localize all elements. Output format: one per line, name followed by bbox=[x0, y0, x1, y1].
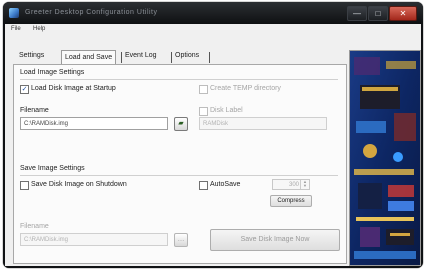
menu-help[interactable]: Help bbox=[33, 26, 45, 32]
create-temp-checkbox[interactable] bbox=[199, 85, 208, 94]
title-bar[interactable]: Greeter Desktop Configuration Utility — … bbox=[3, 2, 423, 24]
minimize-button[interactable]: — bbox=[347, 6, 367, 21]
save-disk-image-now-button[interactable]: Save Disk Image Now bbox=[210, 229, 340, 251]
save-section-title: Save Image Settings bbox=[20, 165, 85, 172]
load-on-startup-label: Load Disk Image at Startup bbox=[31, 85, 116, 92]
load-on-startup-checkbox[interactable]: ✓ bbox=[20, 85, 29, 94]
tab-separator bbox=[171, 52, 172, 63]
folder-icon[interactable]: ▰ bbox=[174, 117, 188, 131]
load-section-title: Load Image Settings bbox=[20, 69, 85, 76]
disk-label-field[interactable]: RAMDisk bbox=[199, 117, 327, 130]
compress-button[interactable]: Compress bbox=[270, 195, 312, 207]
spinner-arrows-icon[interactable]: ▲ ▼ bbox=[300, 180, 309, 189]
app-window: Greeter Desktop Configuration Utility — … bbox=[3, 2, 423, 268]
menu-bar: File Help bbox=[5, 24, 421, 36]
maximize-button[interactable]: □ bbox=[368, 6, 388, 21]
section-divider bbox=[20, 79, 338, 80]
save-filename-field[interactable]: C:\RAMDisk.img bbox=[20, 233, 168, 246]
load-filename-label: Filename bbox=[20, 107, 49, 114]
tab-settings[interactable]: Settings bbox=[19, 52, 44, 63]
app-icon bbox=[9, 8, 19, 18]
ellipsis-icon[interactable]: … bbox=[174, 233, 188, 247]
load-filename-field[interactable]: C:\RAMDisk.img bbox=[20, 117, 168, 130]
load-save-panel: Load Image Settings ✓ Load Disk Image at… bbox=[13, 64, 347, 264]
create-temp-label: Create TEMP directory bbox=[210, 85, 281, 92]
autosave-checkbox[interactable] bbox=[199, 181, 208, 190]
circuit-board-illustration bbox=[350, 51, 420, 265]
tab-event-log[interactable]: Event Log bbox=[125, 52, 157, 63]
save-filename-label: Filename bbox=[20, 223, 49, 230]
tab-load-and-save[interactable]: Load and Save bbox=[61, 50, 117, 65]
tab-separator bbox=[121, 52, 122, 63]
tab-separator bbox=[209, 52, 210, 63]
window-title: Greeter Desktop Configuration Utility bbox=[25, 9, 158, 16]
autosave-interval-spinner[interactable]: 300 ▲ ▼ bbox=[272, 179, 310, 190]
disk-label-checkbox[interactable] bbox=[199, 107, 208, 116]
autosave-interval-value: 300 bbox=[288, 182, 299, 188]
save-on-shutdown-label: Save Disk Image on Shutdown bbox=[31, 181, 127, 188]
section-divider bbox=[20, 175, 338, 176]
menu-file[interactable]: File bbox=[11, 26, 21, 32]
circuit-board-image bbox=[349, 50, 421, 266]
close-button[interactable]: ✕ bbox=[389, 6, 417, 21]
save-on-shutdown-checkbox[interactable] bbox=[20, 181, 29, 190]
disk-label-label: Disk Label bbox=[210, 107, 243, 114]
client-area: Settings Load and Save Event Log Options… bbox=[5, 36, 421, 266]
tab-options[interactable]: Options bbox=[175, 52, 199, 63]
autosave-label: AutoSave bbox=[210, 181, 241, 188]
